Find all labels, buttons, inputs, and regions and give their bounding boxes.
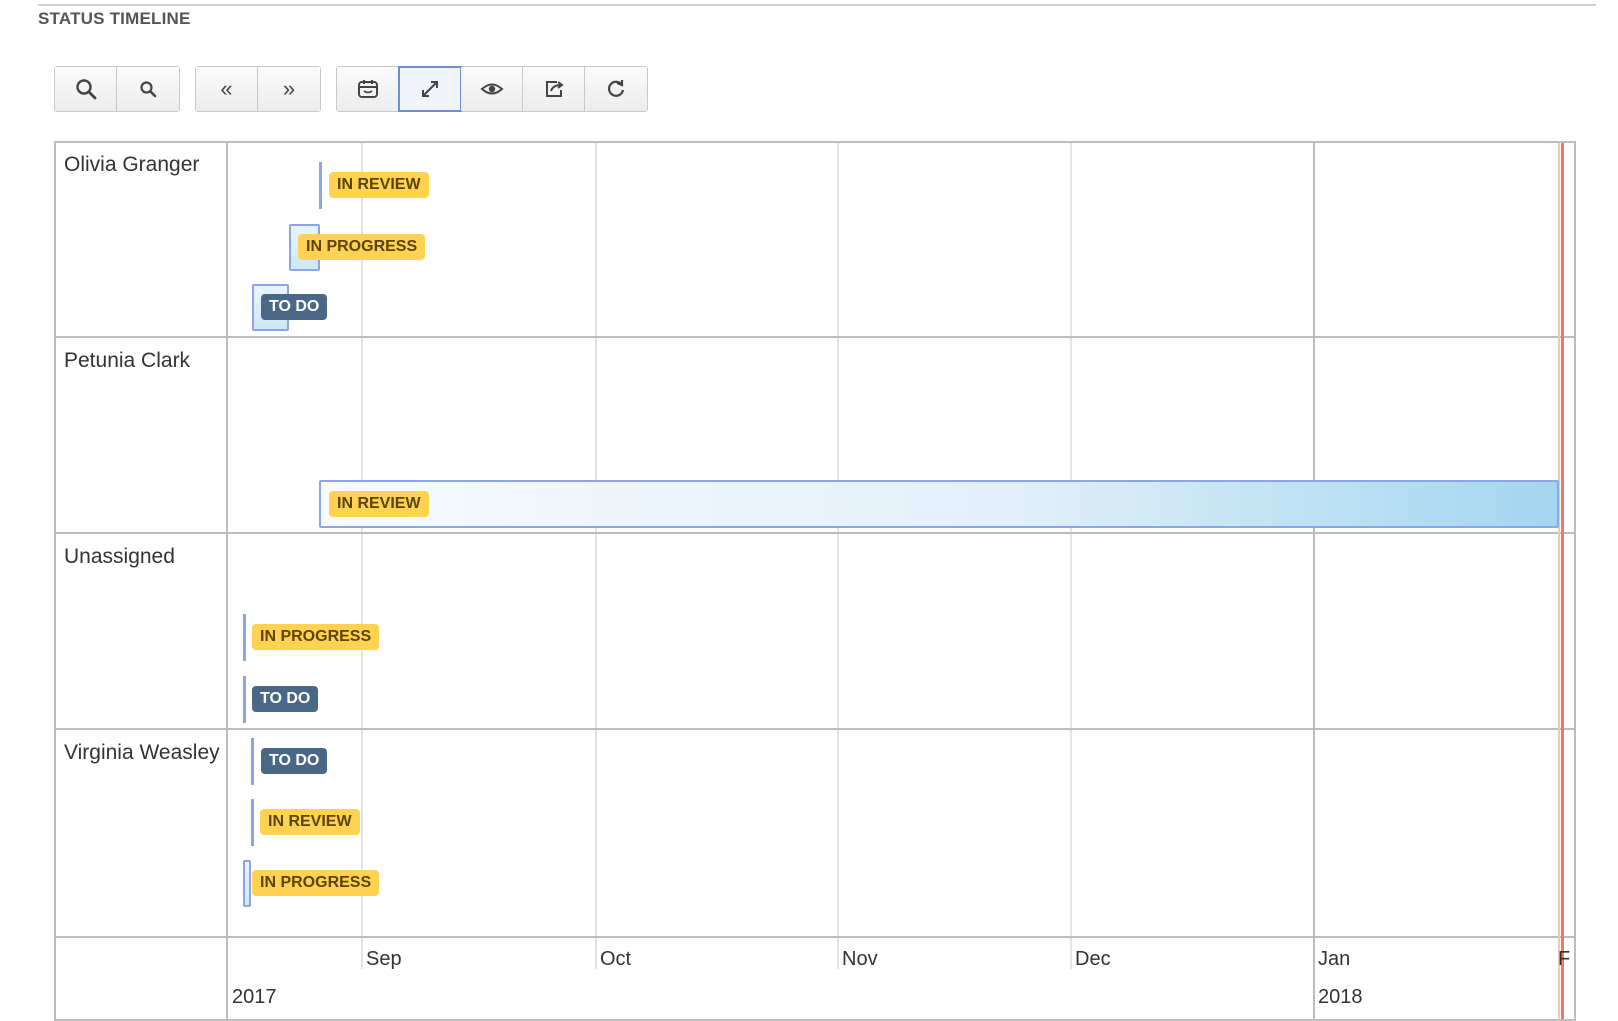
axis-month-label: Jan [1318, 948, 1351, 970]
expand-icon [421, 81, 438, 97]
row-label-virginia-weasley: Virginia Weasley [64, 741, 220, 764]
timeline-item[interactable] [319, 480, 1559, 528]
timeline-item[interactable] [319, 162, 322, 209]
zoom-out-icon [140, 81, 157, 98]
zoom-in-button[interactable] [55, 67, 117, 111]
axis-month-label: Sep [366, 948, 402, 970]
previous-button[interactable]: « [196, 67, 258, 111]
calendar-icon [357, 80, 378, 98]
now-marker-shadow [1558, 143, 1560, 1019]
fit-to-view-button[interactable] [398, 66, 462, 112]
axis-month-label: F [1558, 948, 1571, 970]
grid-line-nov [837, 143, 839, 969]
status-badge[interactable]: TO DO [261, 294, 328, 320]
status-badge[interactable]: TO DO [252, 686, 319, 712]
share-icon [545, 81, 564, 97]
chevrons-left-icon: « [220, 76, 233, 101]
status-badge[interactable]: IN PROGRESS [252, 624, 380, 650]
section-title: STATUS TIMELINE [38, 9, 191, 28]
row-label-petunia-clark: Petunia Clark [64, 349, 191, 372]
next-button[interactable]: » [258, 67, 320, 111]
timeline-item[interactable] [251, 738, 254, 785]
status-badge[interactable]: IN REVIEW [329, 491, 429, 517]
axis-month-label: Dec [1075, 948, 1111, 970]
row-divider [56, 728, 1574, 730]
row-label-unassigned: Unassigned [64, 545, 175, 568]
timeline-item[interactable] [243, 676, 246, 723]
chevrons-right-icon: » [282, 76, 296, 101]
row-divider [56, 532, 1574, 534]
now-marker [1561, 143, 1564, 1019]
axis-year-label: 2017 [232, 986, 277, 1008]
row-label-olivia-granger: Olivia Granger [64, 153, 200, 176]
status-timeline: Olivia Granger IN REVIEW IN PROGRESS TO … [54, 141, 1576, 1021]
grid-line-jan [1313, 143, 1315, 1019]
view-button-group [336, 66, 648, 112]
navigation-button-group: « » [195, 66, 321, 112]
status-badge[interactable]: IN REVIEW [260, 809, 360, 835]
zoom-in-icon [75, 79, 96, 100]
status-badge[interactable]: IN REVIEW [329, 172, 429, 198]
today-button[interactable] [337, 67, 399, 111]
timeline-item[interactable] [243, 860, 251, 907]
zoom-out-button[interactable] [117, 67, 179, 111]
status-badge[interactable]: IN PROGRESS [252, 870, 380, 896]
refresh-icon [608, 80, 625, 97]
axis-year-label: 2018 [1318, 986, 1363, 1008]
timeline-item[interactable] [243, 614, 246, 661]
grid-line-sep [361, 143, 363, 969]
status-badge[interactable]: TO DO [261, 748, 328, 774]
row-divider [56, 336, 1574, 338]
refresh-button[interactable] [585, 67, 647, 111]
grid-line-oct [595, 143, 597, 969]
eye-icon [480, 83, 503, 95]
axis-divider [56, 936, 1574, 938]
top-divider [38, 4, 1596, 6]
status-badge[interactable]: IN PROGRESS [298, 234, 426, 260]
axis-month-label: Oct [600, 948, 632, 970]
zoom-button-group [54, 66, 180, 112]
axis-month-label: Nov [842, 948, 878, 970]
grid-line-dec [1070, 143, 1072, 969]
preview-button[interactable] [461, 67, 523, 111]
share-button[interactable] [523, 67, 585, 111]
label-column-border [226, 143, 228, 1019]
timeline-item[interactable] [251, 799, 254, 846]
